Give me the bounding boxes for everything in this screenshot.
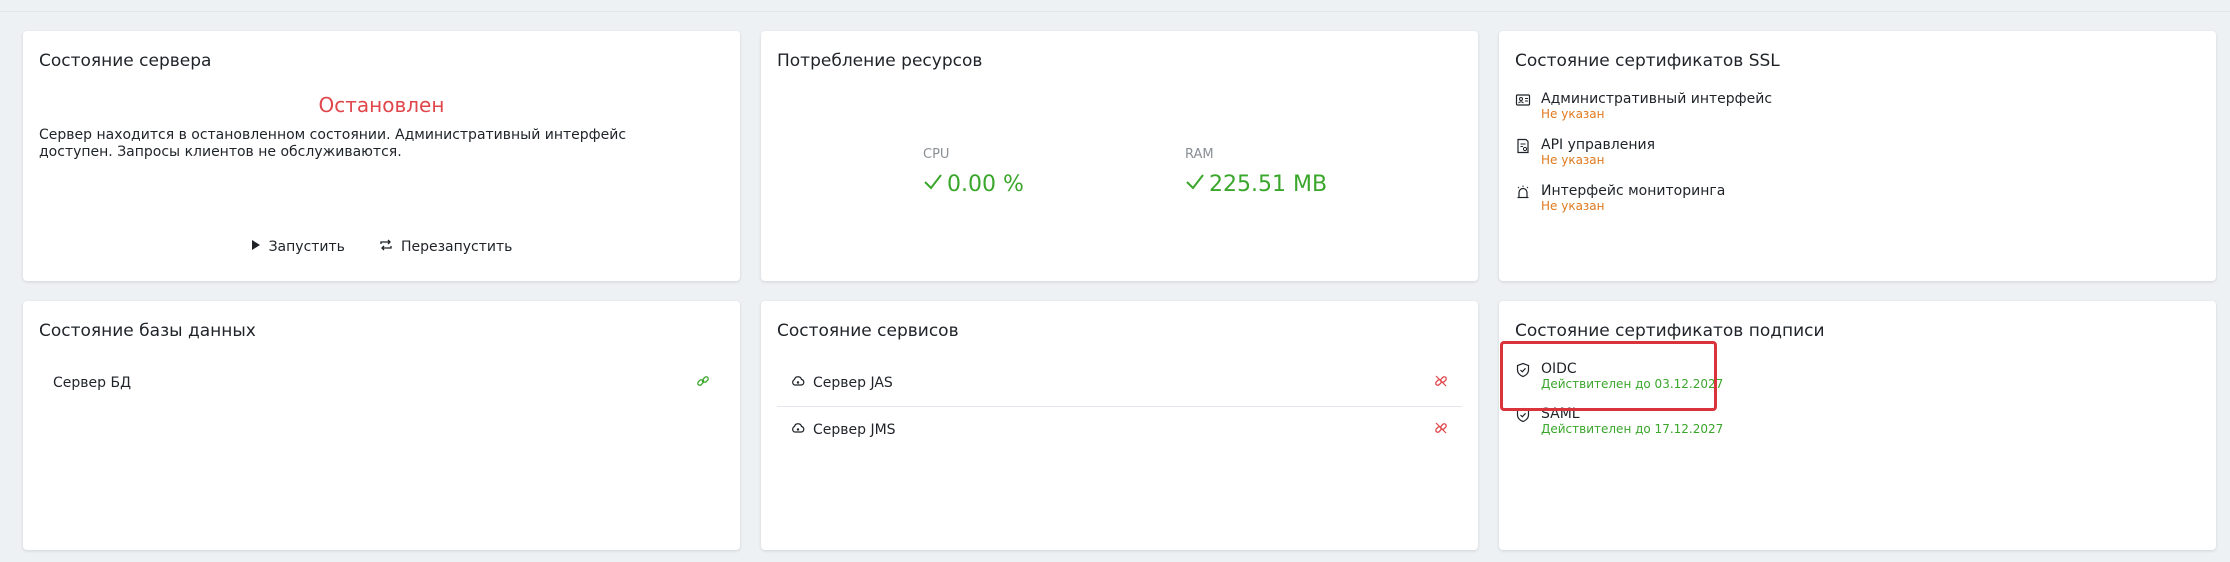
ram-value-row: 225.51 MB bbox=[1185, 172, 1327, 197]
cpu-label: CPU bbox=[923, 147, 950, 162]
ram-value: 225.51 MB bbox=[1209, 172, 1328, 197]
ram-label: RAM bbox=[1185, 147, 1214, 162]
ssl-item-name: Интерфейс мониторинга bbox=[1541, 183, 1726, 199]
signing-certificates-card: Состояние сертификатов подписи OIDC Дейс… bbox=[1499, 301, 2216, 550]
services-card: Состояние сервисов Сервер JAS Сервер JMS bbox=[761, 301, 1478, 550]
start-button-label: Запустить bbox=[268, 239, 345, 255]
cloud-service-icon bbox=[791, 375, 805, 391]
restart-button[interactable]: Перезапустить bbox=[379, 239, 512, 255]
broken-link-icon bbox=[1434, 374, 1448, 392]
card-title: Состояние базы данных bbox=[39, 321, 256, 341]
database-card: Состояние базы данных Сервер БД bbox=[23, 301, 740, 550]
cpu-metric: CPU 0.00 % bbox=[923, 147, 1024, 197]
ssl-item-status: Не указан bbox=[1541, 107, 1605, 121]
db-server-row[interactable]: Сервер БД bbox=[39, 360, 724, 406]
signing-item-status: Действителен до 17.12.2027 bbox=[1541, 422, 1724, 436]
service-name: Сервер JAS bbox=[813, 375, 893, 391]
ssl-item-monitoring[interactable]: Интерфейс мониторинга Не указан bbox=[1515, 183, 1725, 214]
ssl-item-name: API управления bbox=[1541, 137, 1655, 153]
link-icon bbox=[696, 374, 710, 392]
ssl-certificates-card: Состояние сертификатов SSL Административ… bbox=[1499, 31, 2216, 281]
alarm-icon bbox=[1515, 184, 1531, 200]
server-description: Сервер находится в остановленном состоян… bbox=[39, 127, 627, 160]
card-title: Состояние сертификатов SSL bbox=[1515, 51, 1780, 71]
server-actions: Запустить Перезапустить bbox=[23, 239, 740, 255]
ram-metric: RAM 225.51 MB bbox=[1185, 147, 1327, 197]
service-row-jms[interactable]: Сервер JMS bbox=[777, 407, 1462, 453]
restart-button-label: Перезапустить bbox=[400, 239, 513, 255]
check-icon bbox=[923, 172, 943, 197]
db-server-name: Сервер БД bbox=[53, 375, 132, 391]
card-title: Состояние сертификатов подписи bbox=[1515, 321, 1825, 341]
ssl-item-admin[interactable]: Административный интерфейс Не указан bbox=[1515, 91, 1772, 122]
cloud-service-icon bbox=[791, 422, 805, 438]
service-name: Сервер JMS bbox=[813, 422, 896, 438]
service-row-jas[interactable]: Сервер JAS bbox=[777, 360, 1462, 406]
card-title: Состояние сервисов bbox=[777, 321, 959, 341]
resources-card: Потребление ресурсов CPU 0.00 % RAM 225.… bbox=[761, 31, 1478, 281]
broken-link-icon bbox=[1434, 421, 1448, 439]
server-status: Остановлен bbox=[318, 93, 445, 117]
cpu-value-row: 0.00 % bbox=[923, 172, 1024, 197]
api-doc-icon bbox=[1515, 138, 1531, 154]
top-bar bbox=[0, 0, 2230, 12]
check-icon bbox=[1185, 172, 1205, 197]
cpu-value: 0.00 % bbox=[947, 172, 1024, 197]
repeat-icon bbox=[379, 239, 393, 255]
ssl-item-name: Административный интерфейс bbox=[1541, 91, 1773, 107]
start-button[interactable]: Запустить bbox=[251, 239, 345, 255]
card-title: Потребление ресурсов bbox=[777, 51, 983, 71]
highlight-box bbox=[1500, 341, 1717, 411]
ssl-item-status: Не указан bbox=[1541, 199, 1605, 213]
play-icon bbox=[251, 239, 261, 255]
card-title: Состояние сервера bbox=[39, 51, 212, 71]
server-state-card: Состояние сервера Остановлен Сервер нахо… bbox=[23, 31, 740, 281]
ssl-item-api[interactable]: API управления Не указан bbox=[1515, 137, 1655, 168]
admin-interface-icon bbox=[1515, 92, 1531, 108]
ssl-item-status: Не указан bbox=[1541, 153, 1605, 167]
